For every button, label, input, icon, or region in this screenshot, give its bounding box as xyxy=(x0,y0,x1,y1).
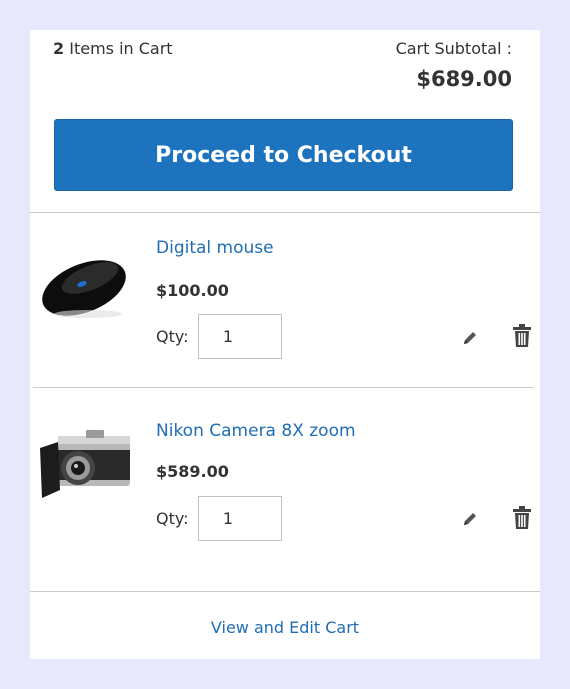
mouse-product-image[interactable] xyxy=(38,244,133,324)
item-price: $589.00 xyxy=(156,462,229,481)
items-count-number: 2 xyxy=(53,39,65,58)
divider xyxy=(30,212,540,213)
delete-trash-icon[interactable] xyxy=(512,324,532,348)
divider xyxy=(30,591,540,592)
qty-label: Qty: xyxy=(156,509,189,528)
proceed-to-checkout-button[interactable]: Proceed to Checkout xyxy=(54,119,513,191)
edit-pencil-icon[interactable] xyxy=(461,510,479,528)
minicart-panel: 2 Items in Cart Cart Subtotal : $689.00 … xyxy=(30,30,540,659)
qty-label: Qty: xyxy=(156,327,189,346)
subtotal-amount: $689.00 xyxy=(416,67,512,91)
view-and-edit-cart-link[interactable]: View and Edit Cart xyxy=(30,618,540,637)
items-count-label: Items in Cart xyxy=(69,39,173,58)
subtotal-label: Cart Subtotal : xyxy=(395,39,512,58)
qty-input[interactable] xyxy=(198,496,282,541)
camera-product-image[interactable] xyxy=(38,428,133,508)
edit-pencil-icon[interactable] xyxy=(461,329,479,347)
delete-trash-icon[interactable] xyxy=(512,506,532,530)
items-in-cart: 2 Items in Cart xyxy=(53,39,173,58)
item-price: $100.00 xyxy=(156,281,229,300)
divider xyxy=(33,387,534,388)
qty-input[interactable] xyxy=(198,314,282,359)
item-name-link[interactable]: Nikon Camera 8X zoom xyxy=(156,421,356,441)
item-name-link[interactable]: Digital mouse xyxy=(156,238,274,258)
